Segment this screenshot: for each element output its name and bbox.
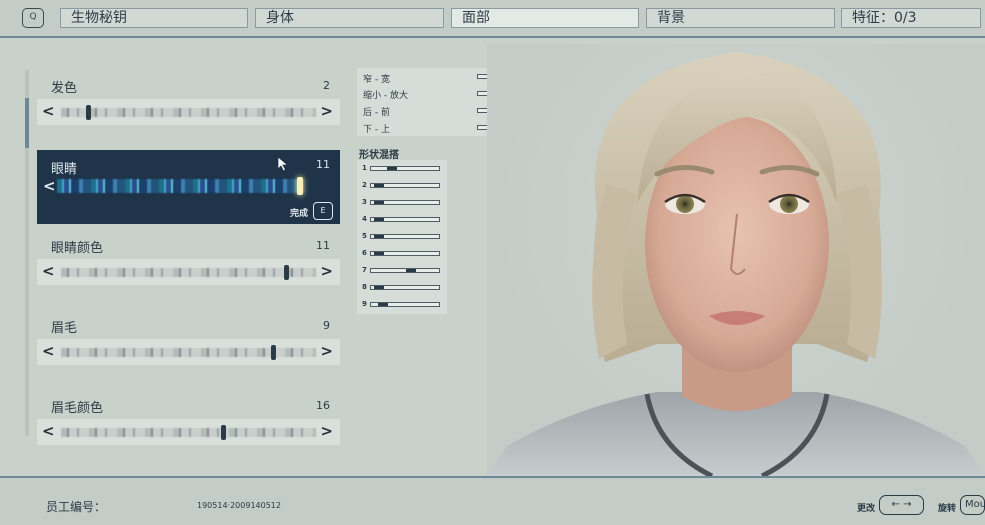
option-label: 眉毛 [51, 321, 78, 336]
shape-row-label: 缩小 - 放大 [363, 91, 408, 101]
chevron-left-icon[interactable]: < [42, 422, 55, 440]
option-label: 眼睛颜色 [51, 241, 104, 256]
shape-row-label: 后 - 前 [363, 108, 390, 118]
slider-knob[interactable] [221, 425, 226, 440]
hair-color-slider[interactable]: < > [37, 99, 340, 125]
slider-track [61, 108, 316, 117]
chevron-right-icon[interactable]: > [320, 342, 333, 360]
chevron-left-icon[interactable]: < [42, 262, 55, 280]
rotate-mouse-button[interactable]: Mouse [960, 495, 985, 515]
rotate-hint-label: 旋转 [938, 504, 957, 514]
morph-title: 形状混搭 [359, 150, 399, 161]
morph-slider-handle[interactable] [387, 167, 398, 170]
morph-index: 3 [362, 198, 367, 206]
tab-background[interactable]: 背景 [646, 8, 835, 28]
morph-slider-handle[interactable] [373, 252, 384, 255]
morph-index: 7 [362, 266, 367, 274]
morph-slider[interactable] [370, 268, 440, 273]
option-value: 11 [316, 239, 330, 252]
morph-panel: 1 2 3 4 5 6 7 8 9 [357, 160, 447, 314]
slider-track [61, 428, 316, 437]
morph-index: 2 [362, 181, 367, 189]
morph-index: 1 [362, 164, 367, 172]
eyebrows-slider[interactable]: < > [37, 339, 340, 365]
slider-track [61, 348, 316, 357]
option-value: 9 [323, 319, 330, 332]
option-label: 发色 [51, 81, 78, 96]
done-key-button[interactable]: E [313, 202, 333, 220]
iris-left [676, 195, 694, 213]
morph-slider[interactable] [370, 302, 440, 307]
chevron-left-icon[interactable]: < [42, 102, 55, 120]
employee-id-value: 190514·2009140512 [197, 501, 281, 510]
morph-slider-handle[interactable] [373, 184, 384, 187]
morph-index: 6 [362, 249, 367, 257]
chevron-right-icon[interactable]: > [320, 102, 333, 120]
morph-slider[interactable] [370, 234, 440, 239]
shape-row-label: 下 - 上 [363, 125, 390, 135]
chevron-left-icon[interactable]: < [42, 342, 55, 360]
change-hint-label: 更改 [857, 504, 876, 514]
slider-knob[interactable] [271, 345, 276, 360]
bottom-bar: 员工编号： 190514·2009140512 更改 ← → 旋转 Mouse [0, 476, 985, 525]
tab-body[interactable]: 身体 [255, 8, 444, 28]
change-key-button[interactable]: ← → [879, 495, 924, 515]
slider-knob[interactable] [283, 265, 289, 280]
morph-slider[interactable] [370, 217, 440, 222]
eyes-slider-knob[interactable] [297, 177, 303, 195]
mouse-cursor-icon [277, 156, 289, 172]
character-preview[interactable] [487, 44, 985, 476]
eyes-slider-track[interactable] [57, 179, 304, 193]
eyebrow-color-slider[interactable]: < > [37, 419, 340, 445]
morph-slider-handle[interactable] [373, 201, 384, 204]
option-eyes[interactable]: 眼睛 11 < 完成 E [37, 150, 340, 224]
option-eyebrow-color[interactable]: 眉毛颜色 16 < > [37, 397, 340, 447]
morph-index: 4 [362, 215, 367, 223]
option-eye-color[interactable]: 眼睛颜色 11 < > [37, 237, 340, 287]
option-eyebrows[interactable]: 眉毛 9 < > [37, 317, 340, 367]
option-value: 16 [316, 399, 330, 412]
morph-index: 8 [362, 283, 367, 291]
tab-face[interactable]: 面部 [451, 8, 639, 28]
top-tab-bar: Q 生物秘钥 身体 面部 背景 特征：0/3 [0, 0, 985, 38]
morph-slider-handle[interactable] [373, 218, 384, 221]
morph-slider[interactable] [370, 251, 440, 256]
chevron-right-icon[interactable]: > [320, 422, 333, 440]
morph-slider-handle[interactable] [373, 235, 384, 238]
character-portrait [487, 52, 985, 476]
list-scrollbar-thumb[interactable] [25, 98, 29, 148]
option-value: 11 [316, 158, 330, 171]
morph-index: 9 [362, 300, 367, 308]
option-hair-color[interactable]: 发色 2 < > [37, 77, 340, 127]
shape-row-label: 窄 - 宽 [363, 75, 390, 85]
morph-slider-handle[interactable] [377, 303, 388, 306]
option-label: 眉毛颜色 [51, 401, 104, 416]
morph-slider[interactable] [370, 166, 440, 171]
option-value: 2 [323, 79, 330, 92]
employee-id-label: 员工编号： [46, 500, 107, 514]
eye-color-slider[interactable]: < > [37, 259, 340, 285]
option-label: 眼睛 [51, 162, 78, 177]
morph-slider[interactable] [370, 200, 440, 205]
morph-slider-handle[interactable] [373, 286, 384, 289]
morph-slider-handle[interactable] [405, 269, 416, 272]
q-key-hint[interactable]: Q [22, 8, 44, 28]
done-label: 完成 [289, 209, 308, 219]
tab-biokey[interactable]: 生物秘钥 [60, 8, 248, 28]
chevron-right-icon[interactable]: > [320, 262, 333, 280]
morph-index: 5 [362, 232, 367, 240]
tab-traits[interactable]: 特征：0/3 [841, 8, 981, 28]
morph-slider[interactable] [370, 183, 440, 188]
slider-knob[interactable] [86, 105, 91, 120]
slider-track [61, 268, 316, 277]
iris-right [780, 195, 798, 213]
chevron-left-icon[interactable]: < [43, 177, 56, 195]
morph-slider[interactable] [370, 285, 440, 290]
